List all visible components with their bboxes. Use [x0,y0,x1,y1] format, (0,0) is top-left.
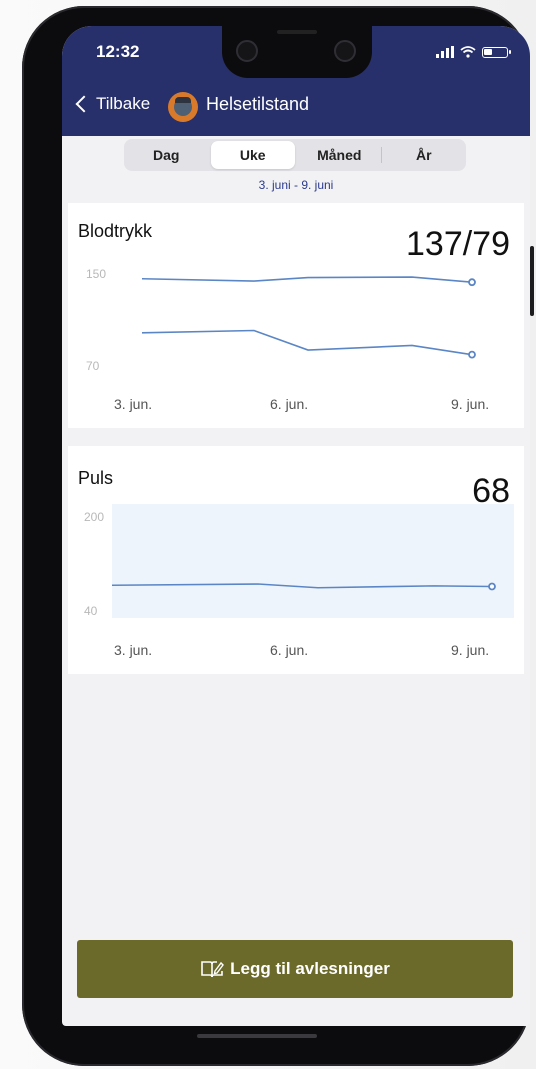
last-point-marker [468,278,476,287]
blood-pressure-chart [141,276,476,359]
add-readings-button[interactable]: Legg til avlesninger [77,940,513,998]
camera-notch [222,26,372,78]
pulse-chart [111,504,514,618]
header: 12:32 Tilbake Helsetilstand [62,26,530,136]
tab-label: Dag [153,147,180,163]
tab-label: Uke [239,147,266,163]
power-button [530,246,534,316]
page-title: Helsetilstand [206,94,310,114]
status-time: 12:32 [96,42,140,61]
series-line [141,276,473,283]
status-icons [436,46,511,58]
wifi-icon [460,46,476,58]
last-point-marker [488,582,496,591]
back-label: Tilbake [96,94,151,113]
app-screen: 12:32 Tilbake Helsetilstand Dag Uke Måne… [62,26,530,1026]
series-line [141,329,473,356]
date-range: 3. juni - 9. juni [258,178,334,192]
home-indicator [197,1034,317,1038]
plot-area [112,504,514,618]
tab-uke[interactable]: Uke [210,141,295,169]
last-point-marker [468,350,476,359]
tab-maned[interactable]: Måned [297,139,382,171]
pulse-card[interactable]: Puls 68 200 40 3. jun. 6. jun. 9. jun. [68,446,524,674]
period-segmented-control: Dag Uke Måned År [124,139,466,171]
camera-icon [334,40,356,62]
signal-icon [436,46,454,58]
avatar [168,92,198,122]
tab-label: Måned [317,147,362,163]
back-button[interactable]: Tilbake [74,94,150,114]
tab-label: År [415,147,432,163]
chevron-left-icon [75,95,93,113]
speaker [277,30,317,34]
camera-icon [236,40,258,62]
phone-frame: 12:32 Tilbake Helsetilstand Dag Uke Måne… [22,6,534,1066]
add-readings-label: Legg til avlesninger [230,959,390,978]
navigation-bar: Tilbake Helsetilstand [62,90,530,126]
blood-pressure-card[interactable]: Blodtrykk 137/79 150 70 3. jun. 6. jun. … [68,203,524,428]
tab-ar[interactable]: År [382,139,467,171]
battery-icon [482,46,511,58]
tab-dag[interactable]: Dag [124,139,209,171]
book-edit-icon [201,961,225,978]
